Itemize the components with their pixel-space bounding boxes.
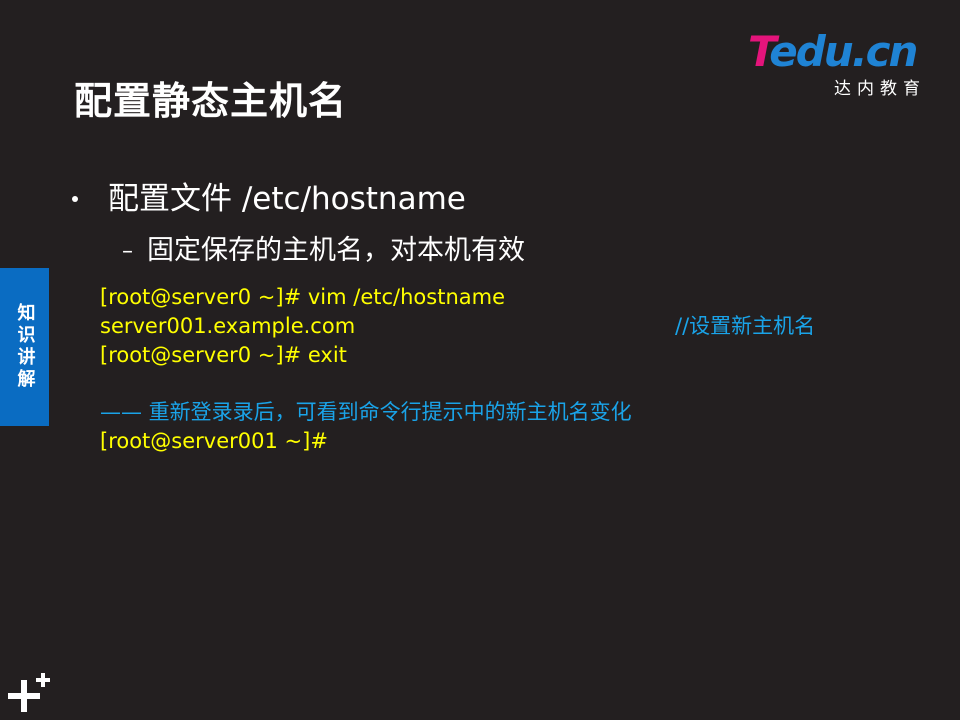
- code-comment: //设置新主机名: [675, 314, 816, 338]
- code-note: —— 重新登录录后，可看到命令行提示中的新主机名变化: [100, 400, 632, 424]
- bullet-text: 配置文件 /etc/hostname: [108, 181, 466, 217]
- logo-brand-t: T: [748, 27, 771, 76]
- side-tab-label: 知识讲解: [14, 303, 36, 391]
- plus-icon: [8, 673, 50, 712]
- logo-brand-rest: edu.cn: [769, 27, 918, 76]
- tedu-logo: Tedu.cn 达内教育: [748, 28, 932, 100]
- side-tab: 知识讲解: [0, 268, 49, 426]
- bullet-item: 配置文件 /etc/hostname: [72, 178, 466, 220]
- code-line-hostname: server001.example.com: [100, 314, 356, 338]
- code-line-vim: [root@server0 ~]# vim /etc/hostname: [100, 285, 505, 309]
- logo-brand: Tedu.cn: [748, 27, 918, 76]
- code-line-prompt: [root@server001 ~]#: [100, 429, 328, 453]
- sub-bullet-text: 固定保存的主机名，对本机有效: [147, 235, 525, 266]
- sub-bullet-item: – 固定保存的主机名，对本机有效: [122, 232, 525, 270]
- page-title: 配置静态主机名: [74, 79, 348, 123]
- bullet-dot-icon: [72, 196, 78, 202]
- slide: 配置静态主机名 Tedu.cn 达内教育 知识讲解 配置文件 /etc/host…: [0, 0, 960, 720]
- dash-icon: –: [122, 238, 133, 264]
- logo-subtitle: 达内教育: [834, 79, 926, 99]
- code-line-exit: [root@server0 ~]# exit: [100, 343, 347, 367]
